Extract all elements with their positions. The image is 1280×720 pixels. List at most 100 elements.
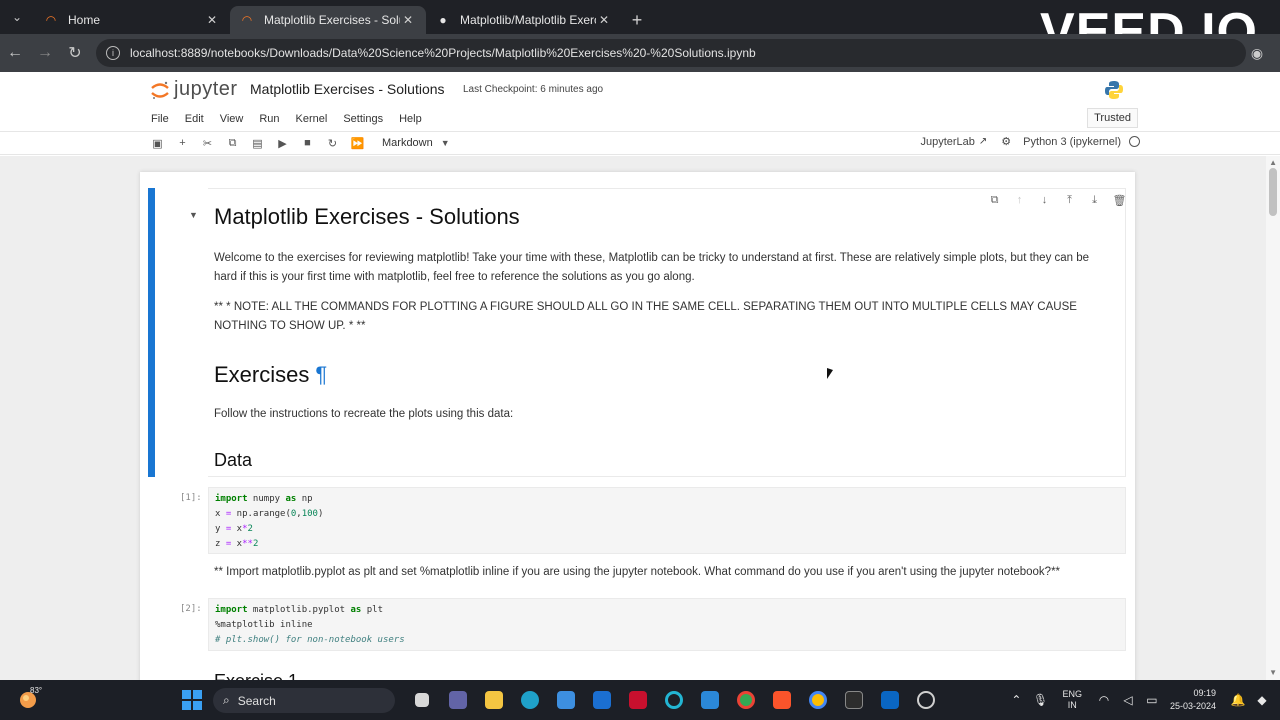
linkedin-icon[interactable] xyxy=(872,688,908,712)
tab-github-matplotlib[interactable]: ● Matplotlib/Matplotlib Exercises ✕ xyxy=(426,6,622,34)
close-icon[interactable]: ✕ xyxy=(400,13,416,27)
menu-file[interactable]: File xyxy=(151,113,169,125)
code-line: import matplotlib.pyplot as plt xyxy=(215,605,383,615)
info-icon[interactable]: i xyxy=(106,46,120,60)
menu-settings[interactable]: Settings xyxy=(343,113,383,125)
jupyter-logo[interactable]: jupyter xyxy=(150,78,238,101)
insert-below-icon[interactable]: ⤓ xyxy=(1082,192,1107,208)
cortana-icon[interactable] xyxy=(656,688,692,712)
copy-icon[interactable]: ⧉ xyxy=(220,132,245,154)
microphone-icon[interactable]: 🎙 xyxy=(1028,693,1052,707)
brave-icon[interactable] xyxy=(764,688,800,712)
jupyter-icon: ◠ xyxy=(241,13,253,27)
instructions-paragraph: Follow the instructions to recreate the … xyxy=(214,408,514,420)
tab-search-chevron-icon[interactable]: ⌄ xyxy=(0,0,34,34)
tab-matplotlib-solutions[interactable]: ◠ Matplotlib Exercises - Solutions ✕ xyxy=(230,6,426,34)
paste-icon[interactable]: ▤ xyxy=(245,132,270,154)
wifi-icon[interactable]: ◠ xyxy=(1092,693,1116,707)
language-indicator[interactable]: ENG IN xyxy=(1062,689,1082,711)
cut-icon[interactable]: ✂ xyxy=(195,132,220,154)
close-icon[interactable]: ✕ xyxy=(596,13,612,27)
jupyter-logo-text: jupyter xyxy=(174,78,238,100)
store-icon[interactable] xyxy=(548,688,584,712)
close-icon[interactable]: ✕ xyxy=(204,13,220,27)
jupyter-header: jupyter Matplotlib Exercises - Solutions… xyxy=(0,72,1280,106)
jupyterlab-link[interactable]: JupyterLab xyxy=(920,136,974,148)
exercise-1-heading: Exercise 1 xyxy=(214,670,298,680)
copilot-icon[interactable]: ◆ xyxy=(1250,693,1274,707)
external-link-icon: ↗ xyxy=(978,136,988,147)
clock[interactable]: 09:19 25-03-2024 xyxy=(1170,687,1216,713)
stop-icon[interactable]: ■ xyxy=(295,132,320,154)
move-up-icon[interactable]: ↑ xyxy=(1007,192,1032,208)
scroll-down-icon[interactable]: ▼ xyxy=(1269,668,1277,677)
scroll-up-icon[interactable]: ▲ xyxy=(1269,158,1277,167)
file-explorer-icon[interactable] xyxy=(476,688,512,712)
chrome-active-icon[interactable] xyxy=(800,688,836,712)
address-bar: ← → ↻ i localhost:8889/notebooks/Downloa… xyxy=(0,34,1280,72)
url-field[interactable]: i localhost:8889/notebooks/Downloads/Dat… xyxy=(96,39,1246,67)
menu-kernel[interactable]: Kernel xyxy=(296,113,328,125)
mouse-cursor-icon xyxy=(827,368,833,381)
jupyter-logo-icon xyxy=(151,81,169,99)
anchor-link[interactable]: ¶ xyxy=(315,362,327,387)
code-line: import numpy as np xyxy=(215,494,313,504)
code-line: y = x*2 xyxy=(215,524,253,534)
menu-help[interactable]: Help xyxy=(399,113,422,125)
forward-arrow-icon[interactable]: → xyxy=(30,38,60,68)
cell-selection-bar[interactable] xyxy=(148,188,155,477)
add-cell-icon[interactable]: + xyxy=(170,132,195,154)
menu-view[interactable]: View xyxy=(220,113,244,125)
menu-edit[interactable]: Edit xyxy=(185,113,204,125)
save-icon[interactable]: ▣ xyxy=(145,132,170,154)
cell-type-select[interactable]: Markdown ▼ xyxy=(382,137,450,149)
exercises-heading: Exercises ¶ xyxy=(214,362,328,387)
teams-icon[interactable] xyxy=(440,688,476,712)
move-down-icon[interactable]: ↓ xyxy=(1032,192,1057,208)
restart-icon[interactable]: ↻ xyxy=(320,132,345,154)
menu-run[interactable]: Run xyxy=(259,113,279,125)
scrollbar[interactable] xyxy=(1266,156,1280,680)
lync-icon[interactable] xyxy=(584,688,620,712)
task-view-icon[interactable] xyxy=(404,688,440,712)
cell-prompt: [1]: xyxy=(180,493,202,503)
mcafee-icon[interactable] xyxy=(620,688,656,712)
profile-icon[interactable]: ◉ xyxy=(1244,40,1270,66)
chrome-icon[interactable] xyxy=(728,688,764,712)
chevron-up-icon[interactable]: ⌃ xyxy=(1004,693,1028,707)
kernel-area: JupyterLab ↗ ⚙ Python 3 (ipykernel) xyxy=(920,135,1140,148)
run-icon[interactable]: ▶ xyxy=(270,132,295,154)
system-tray: ⌃ 🎙 ENG IN ◠ ◁ ▭ 09:19 25-03-2024 🔔 ◆ xyxy=(1004,680,1280,720)
back-arrow-icon[interactable]: ← xyxy=(0,38,30,68)
notebook-heading: Matplotlib Exercises - Solutions xyxy=(214,204,520,229)
delete-cell-icon[interactable]: 🗑 xyxy=(1107,192,1132,208)
collapse-caret-icon[interactable]: ▼ xyxy=(189,210,198,220)
insert-above-icon[interactable]: ⤒ xyxy=(1057,192,1082,208)
notification-bell-icon[interactable]: 🔔 xyxy=(1226,693,1250,707)
tab-home[interactable]: ◠ Home ✕ xyxy=(34,6,230,34)
note-paragraph: ** * NOTE: ALL THE COMMANDS FOR PLOTTING… xyxy=(214,301,1077,332)
taskbar-search[interactable]: ⌕ Search xyxy=(213,688,395,713)
mail-icon[interactable] xyxy=(692,688,728,712)
battery-icon[interactable]: ▭ xyxy=(1140,693,1164,707)
trusted-indicator[interactable]: Trusted xyxy=(1087,108,1138,128)
code-cell-2[interactable]: import matplotlib.pyplot as plt %matplot… xyxy=(208,598,1126,651)
code-line: z = x**2 xyxy=(215,539,259,549)
code-cell-1[interactable]: import numpy as np x = np.arange(0,100) … xyxy=(208,487,1126,554)
settings-app-icon[interactable] xyxy=(908,688,944,712)
edge-icon[interactable] xyxy=(512,688,548,712)
scroll-thumb[interactable] xyxy=(1269,168,1277,216)
search-icon: ⌕ xyxy=(223,693,230,707)
terminal-icon[interactable] xyxy=(836,688,872,712)
reload-icon[interactable]: ↻ xyxy=(60,38,90,68)
windows-start-icon[interactable] xyxy=(182,690,202,710)
python-logo-icon xyxy=(1105,81,1123,99)
cell-type-value: Markdown xyxy=(382,137,433,149)
volume-icon[interactable]: ◁ xyxy=(1116,693,1140,707)
gear-icon[interactable]: ⚙ xyxy=(1001,135,1011,148)
new-tab-button[interactable]: + xyxy=(622,6,652,34)
kernel-name[interactable]: Python 3 (ipykernel) xyxy=(1023,136,1121,148)
duplicate-cell-icon[interactable]: ⧉ xyxy=(982,192,1007,208)
fast-forward-icon[interactable]: ⏩ xyxy=(345,132,370,154)
notebook-title[interactable]: Matplotlib Exercises - Solutions xyxy=(250,81,445,97)
